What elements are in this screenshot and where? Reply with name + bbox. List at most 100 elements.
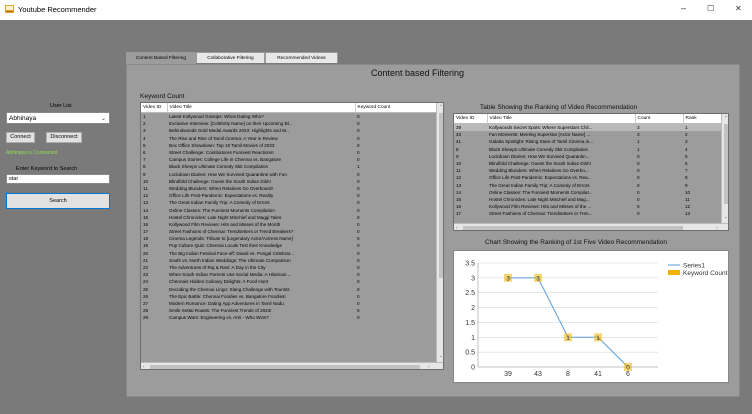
ranking-table-row[interactable]: 8 Black Sheeps Ultimate Comedy Skit Compi… (454, 146, 722, 153)
keyword-table-row[interactable]: 14 Online Classes: The Funniest Moments C… (141, 206, 437, 213)
close-button[interactable]: ✕ (735, 4, 742, 13)
keyword-table-row[interactable]: 15 Hostel Chronicles: Late Night Mischief… (141, 214, 437, 221)
ranking-table-title: Table Showing the Ranking of Video Recom… (480, 104, 638, 111)
tab-collaborative-filtering[interactable]: Collaborative Filtering (196, 52, 265, 63)
ranking-table-header[interactable]: Rank (683, 114, 723, 124)
tab-recommended-videos[interactable]: Recommended Videos (265, 52, 338, 63)
keyword-table-row[interactable]: 16 Kollywood Film Reviews: Hits and Misse… (141, 221, 437, 228)
ranking-table-row[interactable]: 11 Wedding Blunders: When Relatives Go Ov… (454, 167, 722, 174)
window-title: Youtube Recommender (18, 5, 97, 14)
scroll-up-icon[interactable]: ⌃ (724, 115, 728, 121)
disconnect-button[interactable]: Disconnect (46, 132, 82, 143)
ranking-table-row[interactable]: 41 Galatta Spotlight: Rising Stars of Tam… (454, 138, 722, 145)
keyword-table-row[interactable]: 26 The Epic Battle: Chennai Foodies vs. B… (141, 293, 437, 300)
ranking-table[interactable]: Video ID Video Title Count Rank 39 Kollywood… (453, 113, 729, 231)
keyword-table-row[interactable]: 27 Modern Romance: Dating App Adventures … (141, 300, 437, 307)
keyword-table-row[interactable]: 17 Street Fashions of Chennai: Trendsette… (141, 228, 437, 235)
keyword-table-hthumb[interactable] (150, 365, 420, 369)
keyword-table-row[interactable]: 22 The Adventures of Raj & Ravi: A Day in… (141, 264, 437, 271)
search-button[interactable]: Search (6, 193, 110, 209)
keyword-table-cell: 0 (357, 257, 360, 263)
user-combobox[interactable]: Abhinaya ⌄ (6, 112, 110, 124)
keyword-table-header[interactable]: Keyword Count (355, 103, 438, 113)
keyword-table-cell: Lockdown Diaries: How We Survived Quaran… (169, 171, 287, 177)
ranking-table-row[interactable]: 14 Online Classes: The Funniest Moments C… (454, 189, 722, 196)
chart-x-tick-label: 6 (626, 371, 630, 378)
scroll-right-icon[interactable]: › (716, 225, 718, 230)
keyword-table-vthumb[interactable] (439, 113, 443, 278)
legend-label-keyword-count: Keyword Count (683, 270, 728, 277)
keyword-table-row[interactable]: 13 The Great Indian Family Trip: A Comedy… (141, 199, 437, 206)
chevron-down-icon: ⌄ (100, 116, 106, 122)
keyword-table-cell: Chennais Hidden Culinary Delights: A Foo… (169, 279, 269, 285)
keyword-table-row[interactable]: 5 Box Office Showdown: Top 10 Tamil Movie… (141, 142, 437, 149)
scroll-left-icon[interactable]: ‹ (456, 225, 458, 230)
keyword-table-row[interactable]: 25 Decoding the Chennai Lingo: Slang Chal… (141, 286, 437, 293)
ranking-table-vscrollbar[interactable]: ⌃ ⌄ (721, 114, 728, 223)
keyword-table-row[interactable]: 8 Black Sheeps Ultimate Comedy Skit Compi… (141, 163, 437, 170)
keyword-table-cell: 23 (143, 272, 149, 278)
ranking-table-row[interactable]: 10 Blindfold Challenge: Guess the South I… (454, 160, 722, 167)
maximize-button[interactable]: ☐ (707, 4, 714, 13)
chart-y-tick-label: 0.5 (465, 350, 475, 357)
scroll-left-icon[interactable]: ‹ (143, 364, 145, 369)
keyword-table-header[interactable]: Video Title (167, 103, 356, 113)
keyword-table-row[interactable]: 7 Campus Stories: College Life in Chennai… (141, 156, 437, 163)
ranking-table-hscrollbar[interactable]: ‹ › (454, 223, 728, 230)
keyword-count-table[interactable]: Video ID Video Title Keyword Count 1 Latest… (140, 102, 444, 370)
keyword-table-cell: 0 (357, 265, 360, 271)
keyword-table-row[interactable]: 6 Street Challenge: Coimbatores Funniest … (141, 149, 437, 156)
keyword-table-row[interactable]: 3 Behindwoods Gold Medal Awards 2023: Hig… (141, 127, 437, 134)
ranking-table-row[interactable]: 9 Lockdown Diaries: How We Survived Quara… (454, 153, 722, 160)
keyword-input[interactable]: star (6, 174, 110, 184)
keyword-table-row[interactable]: 9 Lockdown Diaries: How We Survived Quara… (141, 171, 437, 178)
ranking-table-header[interactable]: Count (635, 114, 684, 124)
ranking-table-vthumb[interactable] (724, 124, 728, 204)
keyword-table-cell: Campus Stories: College Life in Chennai … (169, 157, 282, 163)
ranking-table-row[interactable]: 43 Fan Moments: Meeting Superstar [Actor … (454, 131, 722, 138)
keyword-table-row[interactable]: 1 Latest Kollywood Gossips: Whos Dating W… (141, 113, 437, 121)
keyword-table-row[interactable]: 28 Smile Settai Roasts: The Funniest Tren… (141, 307, 437, 314)
ranking-table-header[interactable]: Video Title (487, 114, 636, 124)
keyword-table-cell: 24 (143, 279, 149, 285)
scroll-right-icon[interactable]: › (428, 364, 430, 369)
ranking-table-cell: 41 (456, 139, 462, 145)
keyword-table-row[interactable]: 12 Office Life Post-Pandemic: Expectation… (141, 192, 437, 199)
keyword-table-row[interactable]: 29 Campus Wars: Engineering vs. Arts - Wh… (141, 314, 437, 321)
keyword-table-hscrollbar[interactable]: ‹ › (141, 362, 443, 369)
keyword-table-row[interactable]: 24 Chennais Hidden Culinary Delights: A F… (141, 278, 437, 285)
minimize-button[interactable]: – (681, 3, 686, 13)
ranking-table-row[interactable]: 13 The Great Indian Family Trip: A Comedy… (454, 182, 722, 189)
keyword-table-row[interactable]: 23 When South Indian Parents Use Social M… (141, 271, 437, 278)
keyword-table-cell: 0 (357, 128, 360, 134)
keyword-table-row[interactable]: 11 Wedding Blunders: When Relatives Go Ov… (141, 185, 437, 192)
keyword-table-cell: Hostel Chronicles: Late Night Mischief a… (169, 214, 282, 220)
keyword-table-vscrollbar[interactable]: ⌃ ⌄ (436, 103, 443, 362)
ranking-table-row[interactable]: 16 Kollywood Film Reviews: Hits and Misse… (454, 203, 722, 210)
tab-content-based-filtering[interactable]: Content Based Filtering (126, 52, 196, 64)
ranking-table-header[interactable]: Video ID (454, 114, 488, 124)
keyword-table-cell: Black Sheeps Ultimate Comedy Skit Compil… (169, 164, 269, 170)
keyword-table-header[interactable]: Video ID (141, 103, 168, 113)
keyword-table-row[interactable]: 18 Cinema Legends: Tribute to [Legendary … (141, 235, 437, 242)
scroll-down-icon[interactable]: ⌄ (724, 214, 728, 220)
keyword-table-row[interactable]: 2 Exclusive Interview: [Celebrity Name] o… (141, 120, 437, 127)
keyword-table-row[interactable]: 10 Blindfold Challenge: Guess the South I… (141, 178, 437, 185)
connect-button[interactable]: Connect (6, 132, 35, 143)
keyword-table-row[interactable]: 21 South vs. North Indian Weddings: The U… (141, 257, 437, 264)
keyword-table-row[interactable]: 4 The Rise and Rise of Tamil Cinema: A Ye… (141, 135, 437, 142)
ranking-table-row[interactable]: 12 Office Life Post-Pandemic: Expectation… (454, 174, 722, 181)
ranking-table-row[interactable]: 39 Kollywoods Secret Spots: Where Superst… (454, 123, 722, 132)
ranking-table-cell: Fan Moments: Meeting Superstar [Actor Na… (489, 132, 591, 138)
ranking-table-row[interactable]: 15 Hostel Chronicles: Late Night Mischief… (454, 196, 722, 203)
scroll-up-icon[interactable]: ⌃ (439, 104, 443, 110)
keyword-table-cell: Modern Romance: Dating App Adventures in… (169, 300, 284, 306)
ranking-table-cell: Kollywoods Secret Spots: Where Superstar… (489, 125, 593, 131)
ranking-table-hthumb[interactable] (463, 226, 683, 230)
keyword-table-row[interactable]: 19 Pop Culture Quiz: Chennai Locals Test … (141, 242, 437, 249)
ranking-table-cell: 13 (685, 211, 691, 217)
legend-bar-swatch (668, 270, 680, 275)
scroll-down-icon[interactable]: ⌄ (439, 353, 443, 359)
ranking-table-row[interactable]: 17 Street Fashions of Chennai: Trendsette… (454, 210, 722, 217)
keyword-table-row[interactable]: 20 The Big Indian Festival Face-off: Diwa… (141, 250, 437, 257)
